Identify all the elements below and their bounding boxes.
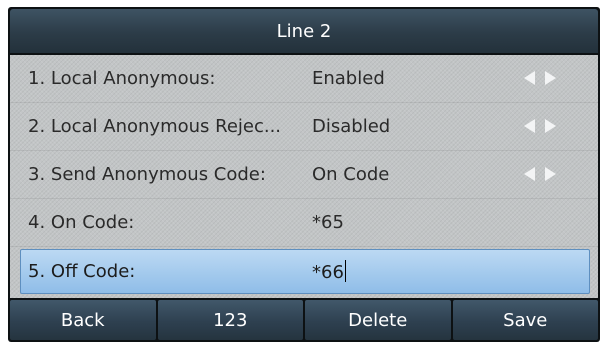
on-code-field[interactable]: *65 xyxy=(312,212,344,233)
text-cursor xyxy=(344,260,346,282)
setting-label: 1. Local Anonymous: xyxy=(28,68,216,89)
setting-value: On Code xyxy=(312,164,390,185)
value-switch-arrows[interactable] xyxy=(524,71,556,85)
left-arrow-icon[interactable] xyxy=(524,71,535,85)
off-code-value: *66 xyxy=(312,262,344,283)
left-arrow-icon[interactable] xyxy=(524,167,535,181)
setting-label: 2. Local Anonymous Rejec... xyxy=(28,116,282,137)
setting-row-off-code[interactable]: 5. Off Code: *66 xyxy=(20,249,590,294)
setting-label: 3. Send Anonymous Code: xyxy=(28,164,266,185)
setting-value: Disabled xyxy=(312,116,391,137)
setting-label: 4. On Code: xyxy=(28,212,135,233)
setting-row-local-anonymous-rejection[interactable]: 2. Local Anonymous Rejec... Disabled xyxy=(10,103,598,151)
setting-row-send-anonymous-code[interactable]: 3. Send Anonymous Code: On Code xyxy=(10,151,598,199)
left-arrow-icon[interactable] xyxy=(524,119,535,133)
phone-screen: Line 2 1. Local Anonymous: Enabled 2. Lo… xyxy=(8,7,600,342)
right-arrow-icon[interactable] xyxy=(545,71,556,85)
value-switch-arrows[interactable] xyxy=(524,167,556,181)
value-switch-arrows[interactable] xyxy=(524,119,556,133)
delete-button[interactable]: Delete xyxy=(305,300,451,340)
setting-row-local-anonymous[interactable]: 1. Local Anonymous: Enabled xyxy=(10,55,598,103)
settings-list: 1. Local Anonymous: Enabled 2. Local Ano… xyxy=(10,55,598,298)
right-arrow-icon[interactable] xyxy=(545,119,556,133)
save-button[interactable]: Save xyxy=(452,300,598,340)
page-title: Line 2 xyxy=(276,20,332,42)
softkey-bar: Back 123 Delete Save xyxy=(10,300,598,340)
setting-value: Enabled xyxy=(312,68,385,89)
title-bar: Line 2 xyxy=(10,9,598,53)
setting-label: 5. Off Code: xyxy=(28,261,136,282)
right-arrow-icon[interactable] xyxy=(545,167,556,181)
input-mode-button[interactable]: 123 xyxy=(157,300,303,340)
off-code-field[interactable]: *66 xyxy=(312,260,346,283)
back-button[interactable]: Back xyxy=(10,300,156,340)
setting-row-on-code[interactable]: 4. On Code: *65 xyxy=(10,199,598,247)
